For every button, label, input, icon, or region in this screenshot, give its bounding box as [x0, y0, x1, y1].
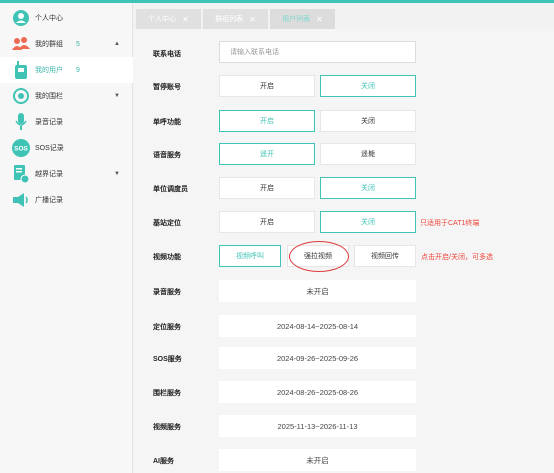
service-label: 定位服务: [153, 324, 181, 331]
suspend-on-button[interactable]: 开启: [219, 75, 315, 97]
tab-bar: 个人中心 ✕ 群组列表 ✕ 用户列表 ✕: [133, 3, 554, 29]
sidebar-item-label: 我的用户: [35, 67, 63, 74]
service-value: 2024-08-26~2025-08-26: [219, 381, 416, 403]
voice-on-button[interactable]: 遥开: [219, 143, 315, 165]
base-station-note: 只适用于CAT1终端: [420, 220, 480, 227]
user-detail-form: 联系电话 请输入联系电话 暂停账号 开启 关闭 单呼功能 开启 关闭 语音服务 …: [133, 29, 554, 473]
walkie-talkie-icon: [12, 61, 30, 79]
close-icon[interactable]: ✕: [182, 15, 189, 24]
group-count: 5: [76, 40, 80, 48]
sidebar-item-groups[interactable]: 我的群组 5 ▲: [0, 31, 133, 57]
service-value: 未开启: [219, 449, 416, 471]
voice-label: 语音服务: [153, 152, 181, 159]
voice-off-button[interactable]: 遥毙: [320, 143, 416, 165]
sidebar-item-broadcast[interactable]: 广播记录: [0, 187, 133, 213]
video-call-button[interactable]: 视频呼叫: [219, 245, 281, 267]
base-station-off-button[interactable]: 关闭: [320, 211, 416, 233]
sidebar-item-label: 我的围栏: [35, 93, 63, 100]
collapse-arrow-icon[interactable]: ▲: [114, 41, 120, 47]
sidebar-item-boundary[interactable]: 越界记录 ▼: [0, 161, 133, 187]
force-video-button[interactable]: 强拉视频: [287, 245, 349, 267]
sidebar-item-label: 我的群组: [35, 41, 63, 48]
sidebar-item-label: 个人中心: [35, 15, 63, 22]
sidebar-item-recordings[interactable]: 录音记录: [0, 109, 133, 135]
boundary-doc-icon: [12, 165, 30, 183]
sidebar-item-users[interactable]: 我的用户 9: [0, 57, 133, 83]
dispatcher-on-button[interactable]: 开启: [219, 177, 315, 199]
tab-label: 用户列表: [282, 16, 311, 23]
group-icon: [12, 35, 30, 53]
close-icon[interactable]: ✕: [249, 15, 256, 24]
suspend-off-button[interactable]: 关闭: [320, 75, 416, 97]
user-circle-icon: [12, 9, 30, 27]
sidebar-item-label: SOS记录: [35, 145, 64, 152]
tab-profile[interactable]: 个人中心 ✕: [136, 9, 201, 29]
tab-users[interactable]: 用户列表 ✕: [270, 9, 335, 29]
tab-label: 个人中心: [148, 16, 177, 23]
base-station-on-button[interactable]: 开启: [219, 211, 315, 233]
service-value: 2024-08-14~2025-08-14: [219, 315, 416, 337]
service-label: AI服务: [153, 458, 174, 465]
service-label: 视频服务: [153, 424, 181, 431]
dispatcher-label: 单位调度员: [153, 186, 188, 193]
base-station-label: 基站定位: [153, 220, 181, 227]
expand-arrow-icon[interactable]: ▼: [114, 93, 120, 99]
dispatcher-off-button[interactable]: 关闭: [320, 177, 416, 199]
single-call-off-button[interactable]: 关闭: [320, 110, 416, 132]
sidebar-item-fences[interactable]: 我的围栏 ▼: [0, 83, 133, 109]
close-icon[interactable]: ✕: [316, 15, 323, 24]
single-call-on-button[interactable]: 开启: [219, 110, 315, 132]
service-label: 围栏服务: [153, 390, 181, 397]
single-call-label: 单呼功能: [153, 119, 181, 126]
fence-target-icon: [12, 87, 30, 105]
svg-text:SOS: SOS: [14, 146, 28, 153]
service-label: 录音服务: [153, 289, 181, 296]
phone-label: 联系电话: [153, 51, 181, 58]
user-count: 9: [76, 66, 80, 74]
sidebar-item-profile[interactable]: 个人中心: [0, 5, 133, 31]
sidebar-item-label: 录音记录: [35, 119, 63, 126]
sidebar: 个人中心 我的群组 5 ▲ 我的用户 9 我的围栏 ▼ 录音记录 SOS SOS…: [0, 3, 133, 473]
service-value: 未开启: [219, 280, 416, 302]
tab-groups[interactable]: 群组列表 ✕: [203, 9, 268, 29]
broadcast-icon: [12, 191, 30, 209]
sidebar-item-sos[interactable]: SOS SOS记录: [0, 135, 133, 161]
sidebar-item-label: 广播记录: [35, 197, 63, 204]
tab-label: 群组列表: [215, 16, 244, 23]
expand-arrow-icon[interactable]: ▼: [114, 171, 120, 177]
video-note: 点击开启/关闭，可多选: [421, 254, 493, 261]
service-value: 2025-11-13~2026-11-13: [219, 415, 416, 437]
microphone-icon: [12, 113, 30, 131]
service-value: 2024-09-26~2025-09-26: [219, 347, 416, 369]
service-label: SOS服务: [153, 356, 182, 363]
phone-input[interactable]: 请输入联系电话: [219, 41, 416, 63]
suspend-label: 暂停账号: [153, 84, 181, 91]
sos-icon: SOS: [12, 139, 30, 157]
sidebar-item-label: 越界记录: [35, 171, 63, 178]
video-label: 视频功能: [153, 254, 181, 261]
video-return-button[interactable]: 视频回传: [354, 245, 416, 267]
